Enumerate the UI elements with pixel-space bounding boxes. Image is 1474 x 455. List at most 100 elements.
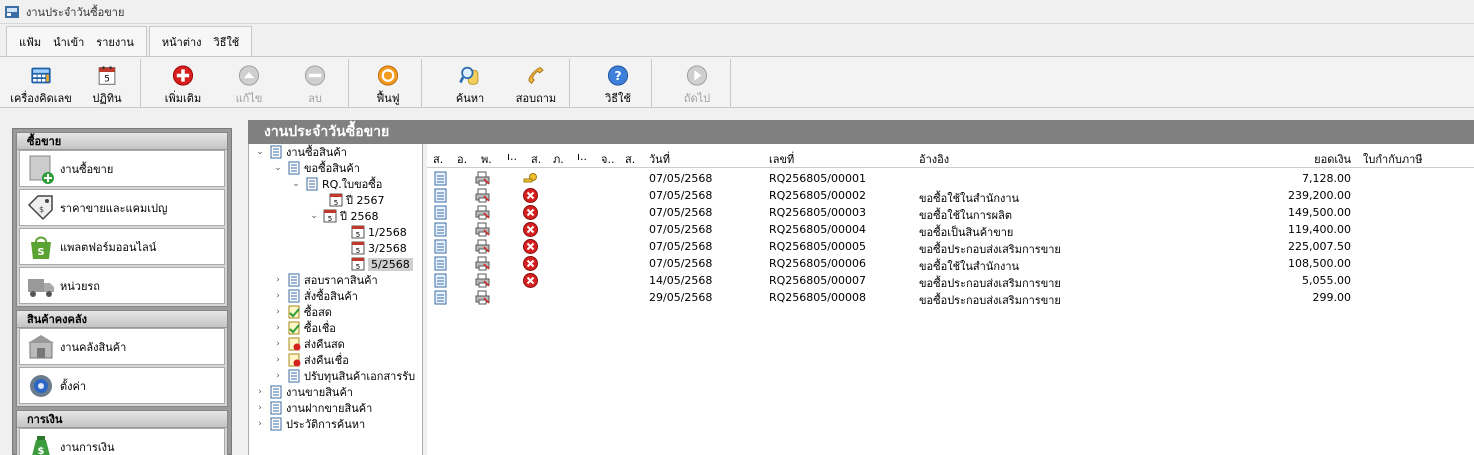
table-row[interactable]: 07/05/2568 RQ256805/00002 ขอซื้อใช้ในสำนัก… bbox=[427, 187, 1474, 205]
column-header[interactable]: ส. bbox=[625, 150, 635, 168]
menu-import[interactable]: นำเข้า bbox=[47, 33, 90, 51]
collapse-icon[interactable]: ⌄ bbox=[255, 147, 265, 157]
section-header-finance[interactable]: การเงิน bbox=[17, 411, 227, 428]
help-label: วิธีใช้ bbox=[605, 92, 631, 105]
tree-node-year-2567[interactable]: 5 ปี 2567 bbox=[315, 192, 384, 208]
column-header[interactable]: พ. bbox=[481, 150, 492, 168]
column-header[interactable]: ภ. bbox=[553, 150, 564, 168]
expand-icon[interactable]: › bbox=[273, 371, 283, 381]
column-header[interactable]: ı.. bbox=[577, 150, 587, 163]
expand-icon[interactable]: › bbox=[273, 339, 283, 349]
expand-icon[interactable]: › bbox=[255, 403, 265, 413]
column-header[interactable]: ส. bbox=[433, 150, 443, 168]
tree-node-order[interactable]: › สั่งซื้อสินค้า bbox=[273, 288, 358, 304]
expand-icon[interactable]: › bbox=[273, 307, 283, 317]
tree-node-sales[interactable]: › งานขายสินค้า bbox=[255, 384, 353, 400]
calendar-button[interactable]: 5 ปฏิทิน bbox=[74, 59, 140, 107]
tree-node-purchase[interactable]: ⌄ งานซื้อสินค้า bbox=[255, 144, 347, 160]
delete-button[interactable]: ลบ bbox=[282, 59, 348, 107]
document-list-grid: ส. อ. พ. ı.. ส. ภ. ı.. จ.. ส. วันที่ เลข… bbox=[427, 144, 1474, 455]
document-icon bbox=[434, 273, 447, 288]
column-header-date[interactable]: วันที่ bbox=[649, 150, 670, 168]
row-amount: 119,400.00 bbox=[1288, 223, 1351, 236]
row-number: RQ256805/00001 bbox=[769, 172, 866, 185]
nav-item-vehicle-unit[interactable]: หน่วยรถ bbox=[19, 267, 225, 304]
search-button[interactable]: ค้นหา bbox=[437, 59, 503, 107]
column-header[interactable]: ส. bbox=[531, 150, 541, 168]
price-tag-icon: $ bbox=[27, 194, 53, 220]
section-header-inventory[interactable]: สินค้าคงคลัง bbox=[17, 311, 227, 328]
table-row[interactable]: 07/05/2568 RQ256805/00006 ขอซื้อใช้ในสำนัก… bbox=[427, 255, 1474, 273]
svg-text:5: 5 bbox=[356, 231, 360, 239]
nav-item-settings[interactable]: ตั้งค่า bbox=[19, 367, 225, 404]
tree-node-credit[interactable]: › ซื้อเชื่อ bbox=[273, 320, 336, 336]
help-button[interactable]: ? วิธีใช้ bbox=[585, 59, 651, 107]
tree-node-request[interactable]: ⌄ ขอซื้อสินค้า bbox=[273, 160, 360, 176]
menu-file[interactable]: แฟ้ม bbox=[13, 33, 47, 51]
truck-icon bbox=[28, 278, 54, 297]
calendar-icon: 5 bbox=[351, 241, 365, 255]
tree-node-return-cash[interactable]: › ส่งคืนสด bbox=[273, 336, 345, 352]
menu-report[interactable]: รายงาน bbox=[90, 33, 140, 51]
column-header[interactable]: อ. bbox=[457, 150, 467, 168]
document-add-icon bbox=[29, 155, 54, 184]
next-button[interactable]: ถัดไป bbox=[664, 59, 730, 107]
column-header[interactable]: จ.. bbox=[601, 150, 614, 168]
collapse-icon[interactable]: ⌄ bbox=[309, 211, 319, 221]
collapse-icon[interactable]: ⌄ bbox=[273, 163, 283, 173]
table-row[interactable]: 07/05/2568 RQ256805/00005 ขอซื้อประกอบส่งเ… bbox=[427, 238, 1474, 256]
menu-help[interactable]: วิธีใช้ bbox=[208, 33, 246, 51]
expand-icon[interactable]: › bbox=[273, 275, 283, 285]
section-header-trade[interactable]: ซื้อขาย bbox=[17, 133, 227, 150]
tree-node-cash[interactable]: › ซื้อสด bbox=[273, 304, 332, 320]
column-header-amount[interactable]: ยอดเงิน bbox=[1209, 150, 1351, 168]
nav-item-finance-work[interactable]: $ งานการเงิน bbox=[19, 428, 225, 455]
tree-node-adjust[interactable]: › ปรับทุนสินค้าเอกสารรับ bbox=[273, 368, 415, 384]
tree-node-month-1[interactable]: 5 1/2568 bbox=[337, 224, 407, 240]
table-row[interactable]: 29/05/2568 RQ256805/00008 ขอซื้อประกอบส่งเ… bbox=[427, 289, 1474, 307]
tree-node-month-3[interactable]: 5 3/2568 bbox=[337, 240, 407, 256]
add-button[interactable]: เพิ่มเติม bbox=[150, 59, 216, 107]
app-icon bbox=[5, 5, 19, 18]
expand-icon[interactable]: › bbox=[255, 419, 265, 429]
collapse-icon[interactable]: ⌄ bbox=[291, 179, 301, 189]
calculator-button[interactable]: เครื่องคิดเลข bbox=[8, 59, 74, 107]
table-row[interactable]: 07/05/2568 RQ256805/00004 ขอซื้อเป็นสินค้า… bbox=[427, 221, 1474, 239]
nav-item-online-platform[interactable]: S แพลตฟอร์มออนไลน์ bbox=[19, 228, 225, 265]
toolbar-group-search: ค้นหา สอบถาม bbox=[437, 59, 570, 107]
column-header-reference[interactable]: อ้างอิง bbox=[919, 150, 949, 168]
tree-node-month-5[interactable]: 5 5/2568 bbox=[337, 256, 413, 272]
tree-node-year-2568[interactable]: ⌄ 5 ปี 2568 bbox=[309, 208, 378, 224]
table-row[interactable]: 07/05/2568 RQ256805/00003 ขอซื้อใช้ในการผล… bbox=[427, 204, 1474, 222]
edit-button[interactable]: แก้ไข bbox=[216, 59, 282, 107]
column-header-tax-invoice[interactable]: ใบกำกับภาษี bbox=[1363, 150, 1423, 168]
document-icon bbox=[306, 177, 318, 191]
expand-icon[interactable]: › bbox=[273, 355, 283, 365]
table-row[interactable]: 14/05/2568 RQ256805/00007 ขอซื้อประกอบส่งเ… bbox=[427, 272, 1474, 290]
expand-icon[interactable]: › bbox=[255, 387, 265, 397]
tree-node-quote[interactable]: › สอบราคาสินค้า bbox=[273, 272, 378, 288]
edit-icon bbox=[238, 65, 260, 86]
tree-node-history[interactable]: › ประวัติการค้นหา bbox=[255, 416, 365, 432]
nav-item-price-campaign[interactable]: $ ราคาขายและแคมเปญ bbox=[19, 189, 225, 226]
row-number: RQ256805/00007 bbox=[769, 274, 866, 287]
tree-node-rq[interactable]: ⌄ RQ.ใบขอซื้อ bbox=[291, 176, 382, 192]
nav-item-warehouse[interactable]: งานคลังสินค้า bbox=[19, 328, 225, 365]
column-header[interactable]: ı.. bbox=[507, 150, 517, 163]
column-header-number[interactable]: เลขที่ bbox=[769, 150, 794, 168]
document-icon bbox=[270, 401, 282, 415]
nav-item-label: งานการเงิน bbox=[60, 440, 115, 454]
tree-node-return-credit[interactable]: › ส่งคืนเชื่อ bbox=[273, 352, 349, 368]
expand-icon[interactable]: › bbox=[273, 291, 283, 301]
search-icon bbox=[459, 66, 479, 85]
restore-button[interactable]: ฟื้นฟู bbox=[355, 59, 421, 107]
expand-icon[interactable]: › bbox=[273, 323, 283, 333]
inquiry-button[interactable]: สอบถาม bbox=[503, 59, 569, 107]
nav-item-trade-work[interactable]: งานซื้อขาย bbox=[19, 150, 225, 187]
calendar-label: ปฏิทิน bbox=[92, 92, 122, 105]
table-row[interactable]: 07/05/2568 RQ256805/00001 7,128.00 bbox=[427, 170, 1474, 187]
tree-node-consign[interactable]: › งานฝากขายสินค้า bbox=[255, 400, 372, 416]
row-number: RQ256805/00002 bbox=[769, 189, 866, 202]
cancelled-icon bbox=[523, 222, 538, 237]
menu-window[interactable]: หน้าต่าง bbox=[156, 33, 208, 51]
